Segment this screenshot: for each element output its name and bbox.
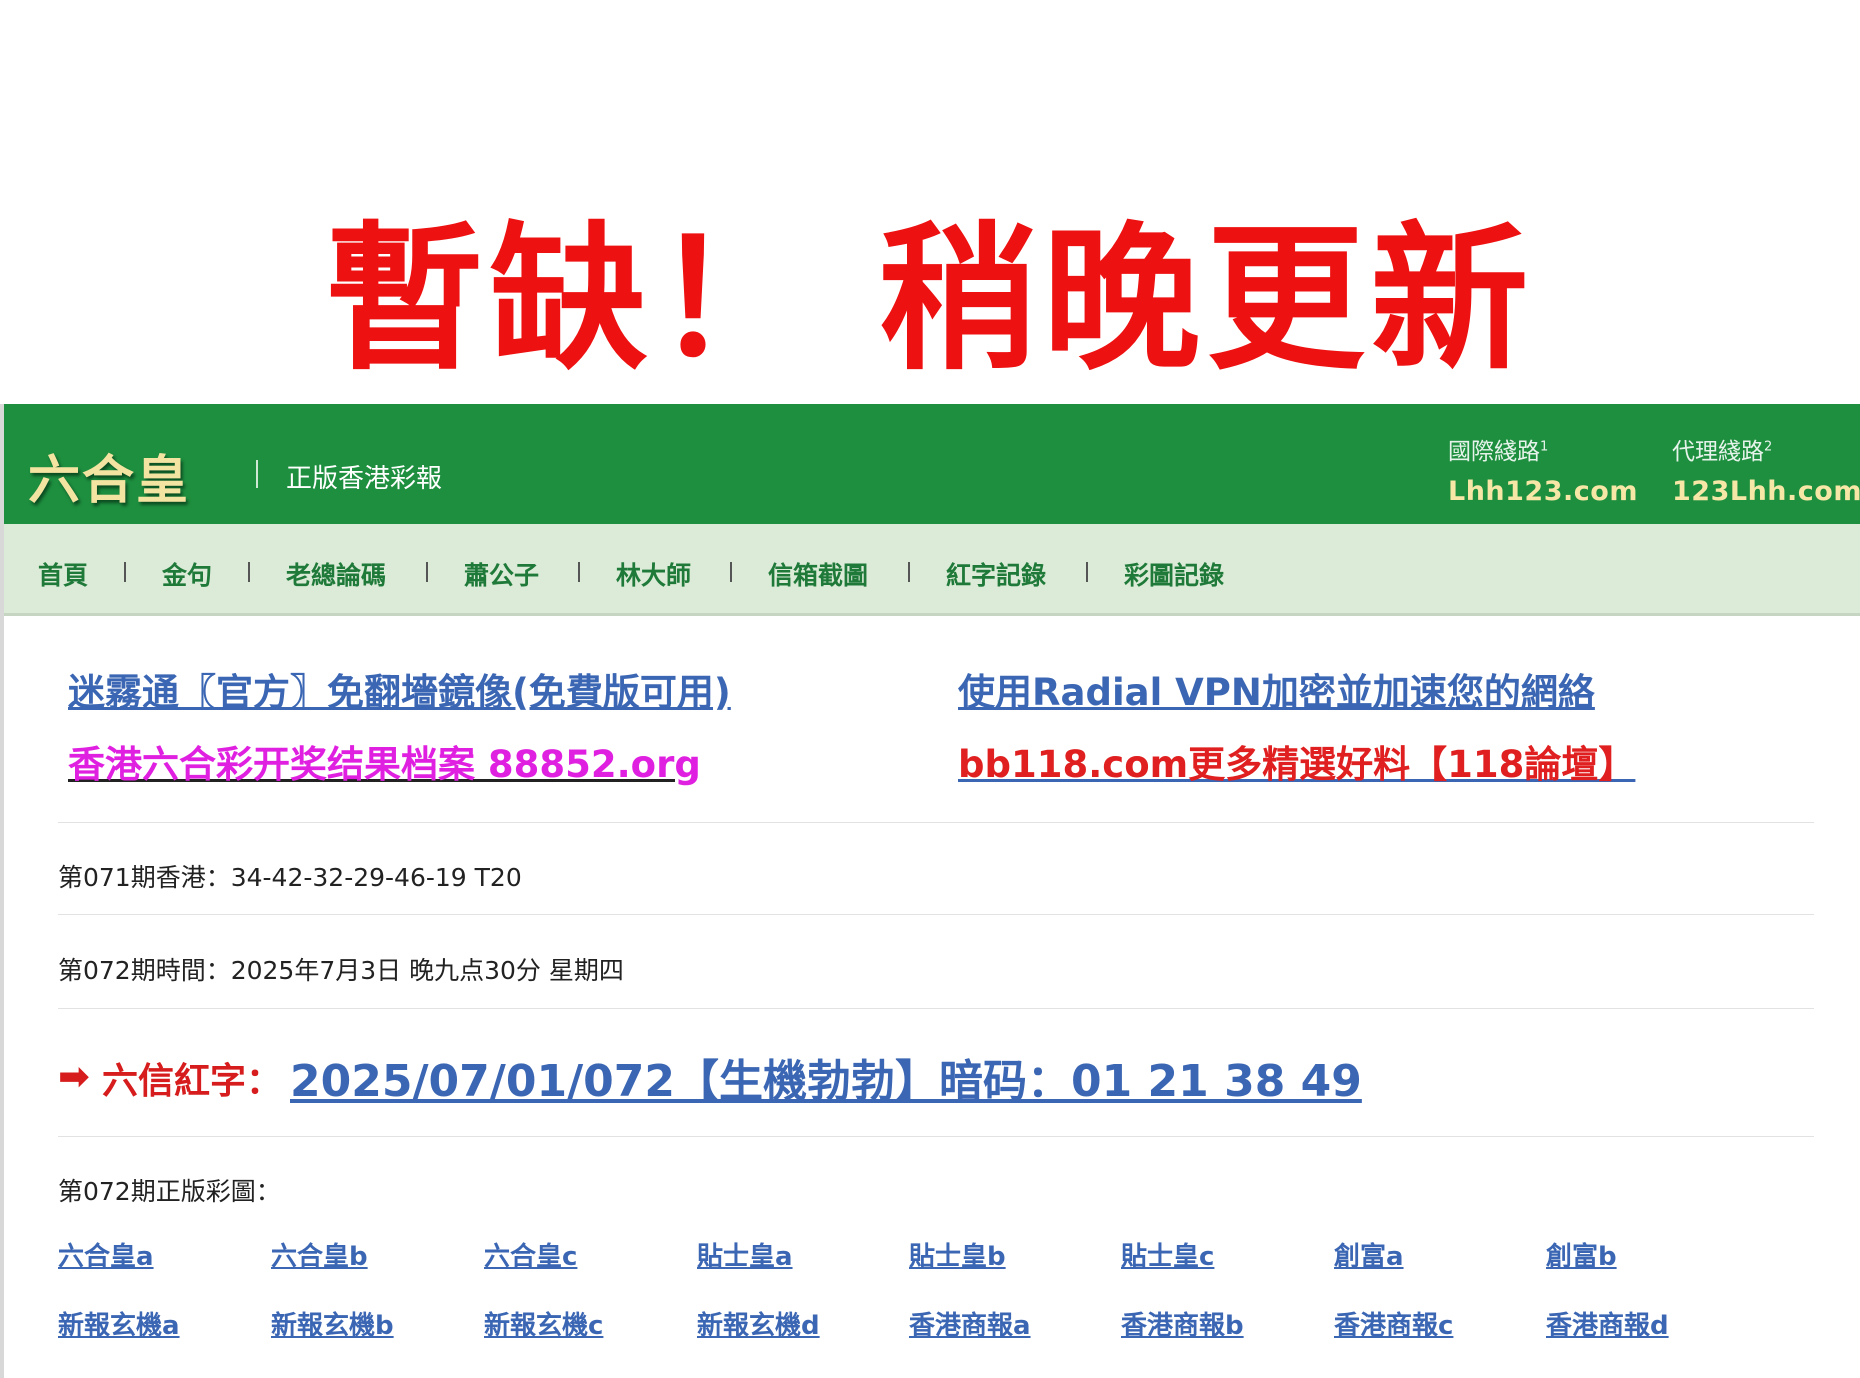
route-2-label: 代理綫路2 <box>1672 439 1773 465</box>
colour-link[interactable]: 新報玄機d <box>697 1305 820 1342</box>
nav-mailbox-screenshots[interactable]: 信箱截圖 <box>768 556 868 592</box>
colour-link[interactable]: 創富b <box>1546 1236 1617 1273</box>
colour-images-title: 第072期正版彩圖： <box>58 1177 281 1206</box>
draw-time-text: 第072期時間：2025年7月3日 晚九点30分 星期四 <box>58 956 624 985</box>
draw-result-text: 第071期香港：34-42-32-29-46-19 T20 <box>58 863 522 892</box>
colour-link[interactable]: 六合皇c <box>484 1236 577 1273</box>
route-1-url[interactable]: Lhh123.com <box>1448 476 1638 507</box>
nav-master-lin[interactable]: 林大師 <box>616 556 691 592</box>
colour-link[interactable]: 六合皇b <box>271 1236 368 1273</box>
nav-separator <box>730 562 732 582</box>
divider <box>58 914 1814 915</box>
colour-link[interactable]: 貼士皇b <box>909 1236 1006 1273</box>
nav-separator <box>248 562 250 582</box>
colour-link[interactable]: 六合皇a <box>58 1236 154 1273</box>
route-2[interactable]: 代理綫路2 123Lhh.com <box>1672 432 1860 507</box>
site-tagline: 正版香港彩報 <box>286 464 443 494</box>
red-tip-label: 六信紅字： <box>102 1061 283 1102</box>
promo-link-mirror[interactable]: 迷霧通〖官方〗免翻墻鏡像(免費版可用) <box>68 662 731 716</box>
route-1-label: 國際綫路1 <box>1448 439 1549 465</box>
colour-link[interactable]: 新報玄機a <box>58 1305 180 1342</box>
nav-golden-quotes[interactable]: 金句 <box>162 556 212 592</box>
divider <box>58 1008 1814 1009</box>
nav-separator <box>426 562 428 582</box>
colour-link[interactable]: 香港商報c <box>1334 1305 1453 1342</box>
nav-separator <box>1086 562 1088 582</box>
site-logo[interactable]: 六合皇 <box>28 438 190 513</box>
nav-xiao-gongzi[interactable]: 蕭公子 <box>464 556 539 592</box>
site-header: 六合皇 正版香港彩報 國際綫路1 Lhh123.com 代理綫路2 123Lhh… <box>4 404 1860 524</box>
nav-red-records[interactable]: 紅字記錄 <box>946 556 1046 592</box>
route-1[interactable]: 國際綫路1 Lhh123.com <box>1448 432 1638 507</box>
colour-link[interactable]: 香港商報d <box>1546 1305 1669 1342</box>
colour-link[interactable]: 香港商報b <box>1121 1305 1244 1342</box>
notice-banner: 暫缺！ 稍晚更新 <box>325 208 1535 392</box>
header-divider <box>256 460 258 488</box>
nav-colour-records[interactable]: 彩圖記錄 <box>1124 556 1224 592</box>
divider <box>58 1136 1814 1137</box>
arrow-right-icon: ➡ <box>58 1054 90 1098</box>
nav-separator <box>578 562 580 582</box>
colour-link[interactable]: 新報玄機b <box>271 1305 394 1342</box>
promo-link-bb118[interactable]: bb118.com更多精選好料【118論壇】 <box>958 734 1635 788</box>
colour-link[interactable]: 創富a <box>1334 1236 1404 1273</box>
main-nav: 首頁 金句 老總論碼 蕭公子 林大師 信箱截圖 紅字記錄 彩圖記錄 <box>4 524 1860 616</box>
colour-link[interactable]: 貼士皇a <box>697 1236 793 1273</box>
colour-link[interactable]: 新報玄機c <box>484 1305 603 1342</box>
nav-boss-discussion[interactable]: 老總論碼 <box>286 556 386 592</box>
promo-link-results-archive[interactable]: 香港六合彩开奖结果档案 88852.org <box>68 734 701 788</box>
nav-separator <box>908 562 910 582</box>
nav-home[interactable]: 首頁 <box>38 556 88 592</box>
divider <box>58 822 1814 823</box>
red-tip-link[interactable]: 2025/07/01/072【生機勃勃】暗码：01 21 38 49 <box>290 1045 1362 1109</box>
route-2-url[interactable]: 123Lhh.com <box>1672 476 1860 507</box>
colour-link[interactable]: 貼士皇c <box>1121 1236 1214 1273</box>
nav-separator <box>124 562 126 582</box>
colour-link[interactable]: 香港商報a <box>909 1305 1031 1342</box>
promo-link-vpn[interactable]: 使用Radial VPN加密並加速您的網絡 <box>958 662 1595 716</box>
